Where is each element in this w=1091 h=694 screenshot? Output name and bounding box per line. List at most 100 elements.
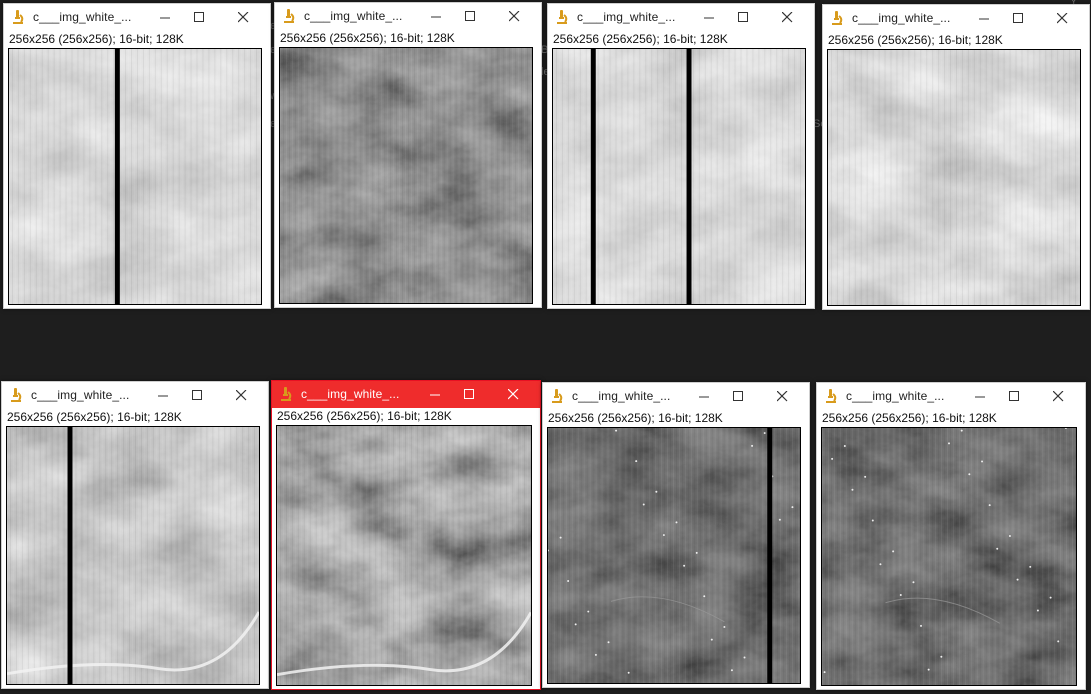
bright-speck xyxy=(1036,609,1039,612)
bright-speck xyxy=(996,547,999,550)
bright-speck xyxy=(871,519,874,522)
bright-speck xyxy=(981,460,984,463)
bright-speck xyxy=(920,624,923,627)
maximize-button[interactable] xyxy=(180,382,214,409)
maximize-button[interactable] xyxy=(453,3,487,30)
close-button[interactable] xyxy=(496,381,530,408)
microscope-icon xyxy=(8,387,24,404)
minimize-button[interactable] xyxy=(148,4,182,31)
window-title: c___img_white_... xyxy=(31,388,130,402)
bright-speck xyxy=(988,504,991,507)
missing-column-stripe xyxy=(67,427,73,684)
scan-streaks xyxy=(828,50,1080,305)
maximize-button[interactable] xyxy=(997,383,1031,410)
bright-speck xyxy=(1029,565,1032,568)
image-info-text: 256x256 (256x256); 16-bit; 128K xyxy=(822,411,997,425)
maximize-button[interactable] xyxy=(182,4,216,31)
image-info-text: 256x256 (256x256); 16-bit; 128K xyxy=(548,411,723,425)
title-bar[interactable]: c___img_white_... xyxy=(548,4,814,31)
image-info-text: 256x256 (256x256); 16-bit; 128K xyxy=(277,409,452,423)
image-canvas[interactable] xyxy=(552,48,806,305)
image-canvas[interactable] xyxy=(6,426,260,685)
close-button[interactable] xyxy=(224,382,258,409)
microscope-icon xyxy=(549,388,565,405)
image-canvas[interactable] xyxy=(821,427,1077,686)
image-info-text: 256x256 (256x256); 16-bit; 128K xyxy=(280,31,455,45)
window-title: c___img_white_... xyxy=(572,389,671,403)
close-button[interactable] xyxy=(1045,5,1079,32)
minimize-button[interactable] xyxy=(692,4,726,31)
microscope-icon xyxy=(823,388,839,405)
minimize-button[interactable] xyxy=(967,5,1001,32)
maximize-button[interactable] xyxy=(1001,5,1035,32)
title-bar[interactable]: c___img_white_... xyxy=(2,382,268,409)
image-canvas[interactable] xyxy=(279,47,533,304)
bright-speck xyxy=(831,457,834,460)
image-window[interactable]: c___img_white_... 256x256 (256x256); 16-b… xyxy=(542,382,810,688)
bright-speck xyxy=(912,581,915,584)
bright-speck xyxy=(751,444,754,447)
bright-speck xyxy=(1057,640,1060,643)
bright-speck xyxy=(695,551,698,554)
bright-speck xyxy=(662,534,665,537)
image-window-active[interactable]: c___img_white_... 256x256 (256x256); 16-b… xyxy=(271,380,541,690)
bright-speck xyxy=(642,503,645,506)
image-window[interactable]: c___img_white_... 256x256 (256x256); 16-b… xyxy=(547,3,815,309)
title-bar[interactable]: c___img_white_... xyxy=(823,5,1089,32)
title-bar[interactable]: c___img_white_... xyxy=(275,3,541,30)
missing-column-stripe xyxy=(686,49,692,304)
minimize-button[interactable] xyxy=(963,383,997,410)
image-window[interactable]: c___img_white_... 256x256 (256x256); 16-b… xyxy=(274,2,542,308)
bright-speck xyxy=(864,475,867,478)
close-button[interactable] xyxy=(226,4,260,31)
scan-streaks xyxy=(7,427,259,684)
image-window[interactable]: c___img_white_... 256x256 (256x256); 16-b… xyxy=(822,4,1090,310)
image-canvas[interactable] xyxy=(547,427,801,684)
minimize-button[interactable] xyxy=(418,381,452,408)
minimize-button[interactable] xyxy=(146,382,180,409)
minimize-button[interactable] xyxy=(687,383,721,410)
bright-speck xyxy=(594,653,597,656)
image-window[interactable]: c___img_white_... 256x256 (256x256); 16-b… xyxy=(3,3,271,309)
microscope-icon xyxy=(829,10,845,27)
image-canvas[interactable] xyxy=(276,425,532,686)
maximize-button[interactable] xyxy=(726,4,760,31)
close-button[interactable] xyxy=(765,383,799,410)
bright-speck xyxy=(655,490,658,493)
image-window[interactable]: c___img_white_... 256x256 (256x256); 16-b… xyxy=(1,381,269,689)
microscope-icon xyxy=(554,9,570,26)
image-canvas[interactable] xyxy=(827,49,1081,306)
bright-speck xyxy=(615,429,618,432)
maximize-button[interactable] xyxy=(452,381,486,408)
bright-speck xyxy=(968,473,971,476)
scan-streaks xyxy=(280,48,532,303)
window-title: c___img_white_... xyxy=(304,9,403,23)
scan-streaks xyxy=(277,426,531,685)
close-button[interactable] xyxy=(770,4,804,31)
bright-speck xyxy=(778,518,781,521)
bright-speck xyxy=(940,655,943,658)
image-canvas[interactable] xyxy=(8,48,262,305)
title-bar[interactable]: c___img_white_... xyxy=(543,383,809,410)
maximize-button[interactable] xyxy=(721,383,755,410)
title-bar[interactable]: c___img_white_... xyxy=(272,381,540,408)
missing-column-stripe xyxy=(767,428,773,683)
image-window[interactable]: c___img_white_... 256x256 (256x256); 16-b… xyxy=(816,382,1086,690)
image-info-text: 256x256 (256x256); 16-bit; 128K xyxy=(828,33,1003,47)
scan-streaks xyxy=(548,428,800,683)
close-button[interactable] xyxy=(1041,383,1075,410)
bright-speck xyxy=(675,521,678,524)
bright-speck xyxy=(960,429,963,432)
microscope-icon xyxy=(10,9,26,26)
bright-speck xyxy=(1008,534,1011,537)
close-button[interactable] xyxy=(497,3,531,30)
title-bar[interactable]: c___img_white_... xyxy=(4,4,270,31)
bright-speck xyxy=(730,669,733,672)
minimize-button[interactable] xyxy=(419,3,453,30)
title-bar[interactable]: c___img_white_... xyxy=(817,383,1085,410)
bright-speck xyxy=(927,668,930,671)
bright-speck xyxy=(948,442,950,445)
window-title: c___img_white_... xyxy=(846,389,945,403)
bright-speck xyxy=(703,595,706,598)
bright-speck xyxy=(879,563,882,566)
